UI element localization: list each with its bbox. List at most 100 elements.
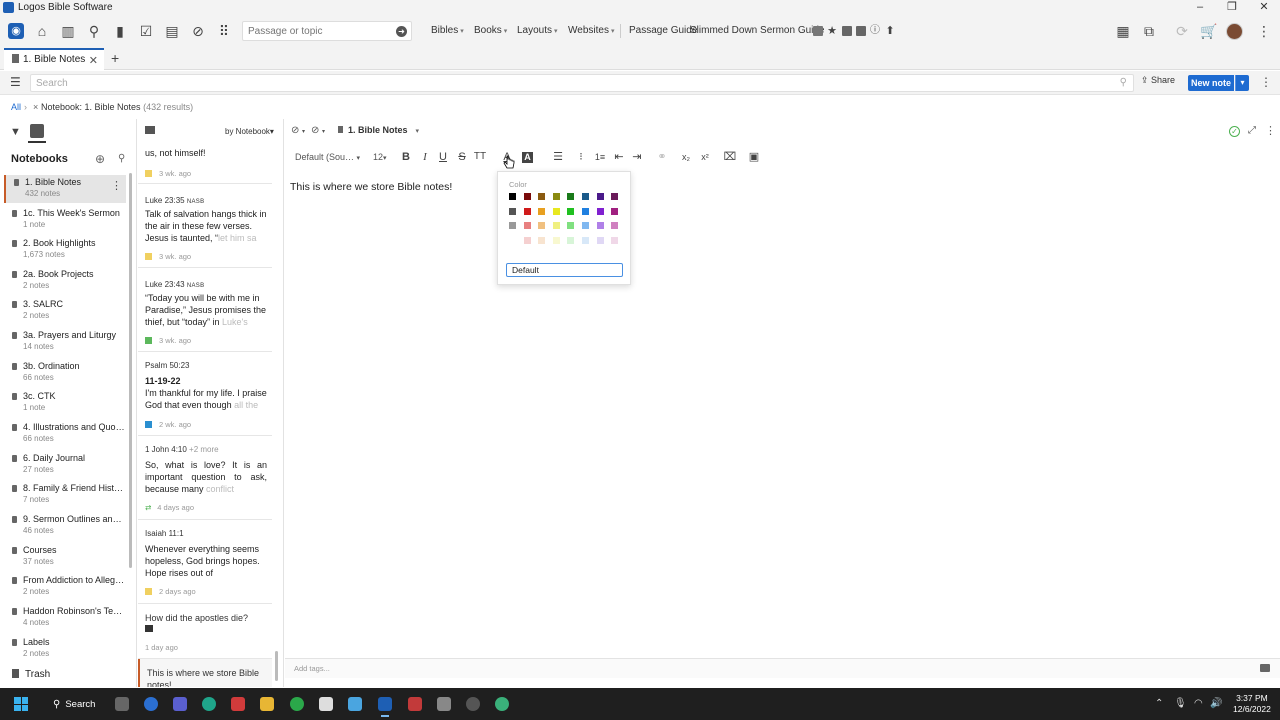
note-card[interactable]: Luke 23:43 NASB “Today you will be with … <box>138 268 272 352</box>
list-view-icon[interactable] <box>145 126 155 134</box>
editor-more-icon[interactable]: ⋮ <box>1265 124 1276 137</box>
numbered-list-icon[interactable]: 1≡ <box>593 150 607 164</box>
snipping-tool-icon[interactable] <box>319 697 333 711</box>
notebook-item[interactable]: 3c. CTK 1 note <box>4 389 126 417</box>
share-button[interactable]: ⇪ Share <box>1141 75 1181 91</box>
edge-icon[interactable] <box>202 697 216 711</box>
color-swatch[interactable] <box>611 222 619 230</box>
indent-icon[interactable]: ⇥ <box>630 150 644 164</box>
menu-layouts[interactable]: Layouts ▾ <box>517 25 558 36</box>
library-icon[interactable]: ▥ <box>60 23 76 39</box>
notebook-item[interactable]: Haddon Robinson's Ten … 4 notes <box>4 604 126 632</box>
note-card[interactable]: Isaiah 11:1 Whenever everything seems ho… <box>138 520 272 604</box>
search-notebooks-icon[interactable]: ⚲ <box>118 153 125 164</box>
color-swatch[interactable] <box>611 236 619 244</box>
color-swatch[interactable] <box>582 207 589 215</box>
windows-start-icon[interactable] <box>14 697 28 711</box>
color-swatch[interactable] <box>567 207 575 215</box>
bulleted-list-icon[interactable]: ⁝ <box>574 150 588 164</box>
note-card[interactable]: 1 John 4:10 +2 more So, what is love? It… <box>138 436 272 520</box>
calculator-icon[interactable] <box>348 697 362 711</box>
volume-icon[interactable]: 🔊 <box>1210 698 1222 709</box>
notebook-item[interactable]: 9. Sermon Outlines and S… 46 notes <box>4 512 126 540</box>
notes-list-scrollbar[interactable] <box>275 651 278 681</box>
color-swatch[interactable] <box>596 207 604 215</box>
add-tab-button[interactable]: + <box>111 50 119 66</box>
add-tags-input[interactable]: Add tags... <box>294 664 330 673</box>
notebook-view-icon[interactable] <box>30 124 44 138</box>
superscript-icon[interactable]: x² <box>698 150 712 164</box>
link-icon[interactable]: ⚭ <box>655 150 669 164</box>
bookmark-icon[interactable]: ▮ <box>112 23 128 39</box>
color-swatch[interactable] <box>523 207 531 215</box>
microphone-icon[interactable]: 🎙 <box>1174 698 1187 709</box>
remove-filter-icon[interactable]: × <box>33 102 38 112</box>
new-note-dropdown[interactable]: ▾ <box>1235 75 1249 91</box>
tab-bible-notes[interactable]: 1. Bible Notes ✕ <box>4 48 104 70</box>
notebook-item[interactable]: 2. Book Highlights 1,673 notes <box>4 236 126 264</box>
color-swatch[interactable] <box>582 236 589 244</box>
home-icon[interactable]: ⌂ <box>34 23 50 39</box>
align-icon[interactable]: ☰ <box>551 150 565 164</box>
notebook-item[interactable]: From Addiction to Allegie… 2 notes <box>4 573 126 601</box>
underline-icon[interactable]: U <box>436 150 450 164</box>
hamburger-menu-icon[interactable]: ☰ <box>10 76 22 88</box>
app-icon[interactable] <box>408 697 422 711</box>
checklist-icon[interactable]: ☑ <box>138 23 154 39</box>
settings-icon[interactable] <box>466 697 480 711</box>
notebook-item[interactable]: Labels 2 notes <box>4 635 126 663</box>
subscript-icon[interactable]: x₂ <box>679 150 693 164</box>
tray-overflow-icon[interactable]: ⌃ <box>1155 698 1163 709</box>
color-swatch[interactable] <box>582 222 589 230</box>
passage-search-box[interactable]: ➜ <box>242 21 412 41</box>
notebook-selector[interactable]: 1. Bible Notes ▾ <box>338 125 419 135</box>
notebook-item[interactable]: 6. Daily Journal 27 notes <box>4 451 126 479</box>
notebook-item[interactable]: 3a. Prayers and Liturgy 14 notes <box>4 328 126 356</box>
color-swatch[interactable] <box>611 193 619 200</box>
office-icon[interactable] <box>231 697 245 711</box>
color-swatch[interactable] <box>552 236 560 244</box>
color-swatch[interactable] <box>509 222 516 230</box>
close-tab-icon[interactable]: ✕ <box>89 54 98 67</box>
logos-taskbar-icon[interactable] <box>378 697 392 717</box>
apps-grid-icon[interactable]: ⠿ <box>216 23 232 39</box>
logos-home-icon[interactable]: ◉ <box>8 23 24 39</box>
wifi-icon[interactable]: ◠ <box>1194 698 1203 709</box>
notebook-item[interactable]: 1c. This Week's Sermon 1 note <box>4 206 126 234</box>
bold-icon[interactable]: B <box>399 150 413 164</box>
menu-bibles[interactable]: Bibles ▾ <box>431 25 464 36</box>
no-reference-icon[interactable]: ⊘ <box>311 125 319 136</box>
clear-formatting-icon[interactable]: ⌧ <box>723 150 737 164</box>
more-icon[interactable]: ⋮ <box>1256 23 1272 39</box>
color-swatch[interactable] <box>509 193 516 200</box>
maximize-button[interactable]: ❐ <box>1216 0 1248 16</box>
breadcrumb-all[interactable]: All <box>11 102 21 112</box>
color-swatch[interactable] <box>582 193 589 200</box>
pencil-icon[interactable] <box>813 26 823 36</box>
file-explorer-icon[interactable] <box>260 697 274 711</box>
text-size-icon[interactable]: TT <box>473 150 487 164</box>
notebook-item[interactable]: 2a. Book Projects 2 notes <box>4 267 126 295</box>
panel-icon[interactable]: ⧉ <box>1141 23 1157 39</box>
no-anchor-icon[interactable]: ⊘ <box>291 125 299 136</box>
color-swatch[interactable] <box>523 193 531 200</box>
color-swatch[interactable] <box>567 193 575 200</box>
color-swatch[interactable] <box>552 207 560 215</box>
notebook-item[interactable]: 8. Family & Friend History 7 notes <box>4 481 126 509</box>
more-options-icon[interactable]: ⋮ <box>1260 75 1272 89</box>
notebook-item[interactable]: 3. SALRC 2 notes <box>4 297 126 325</box>
color-swatch[interactable] <box>552 222 560 230</box>
app-icon[interactable] <box>437 697 451 711</box>
delete-icon[interactable] <box>856 26 866 36</box>
sync-icon[interactable]: ⟳ <box>1174 23 1190 39</box>
font-size-dropdown[interactable]: 12▾ <box>373 152 387 162</box>
notebook-menu-icon[interactable]: ⋮ <box>111 179 122 192</box>
outdent-icon[interactable]: ⇤ <box>612 150 626 164</box>
system-clock[interactable]: 3:37 PM 12/6/2022 <box>1233 693 1271 715</box>
note-card-selected[interactable]: This is where we store Bible notes! <box>138 659 272 687</box>
notebook-item[interactable]: 4. Illustrations and Quotes 66 notes <box>4 420 126 448</box>
color-swatch[interactable] <box>596 193 604 200</box>
taskbar-search-button[interactable]: ⚲ Search <box>53 699 95 710</box>
passage-guide-link[interactable]: Passage Guide <box>629 25 697 36</box>
strikethrough-icon[interactable]: S <box>455 150 469 164</box>
